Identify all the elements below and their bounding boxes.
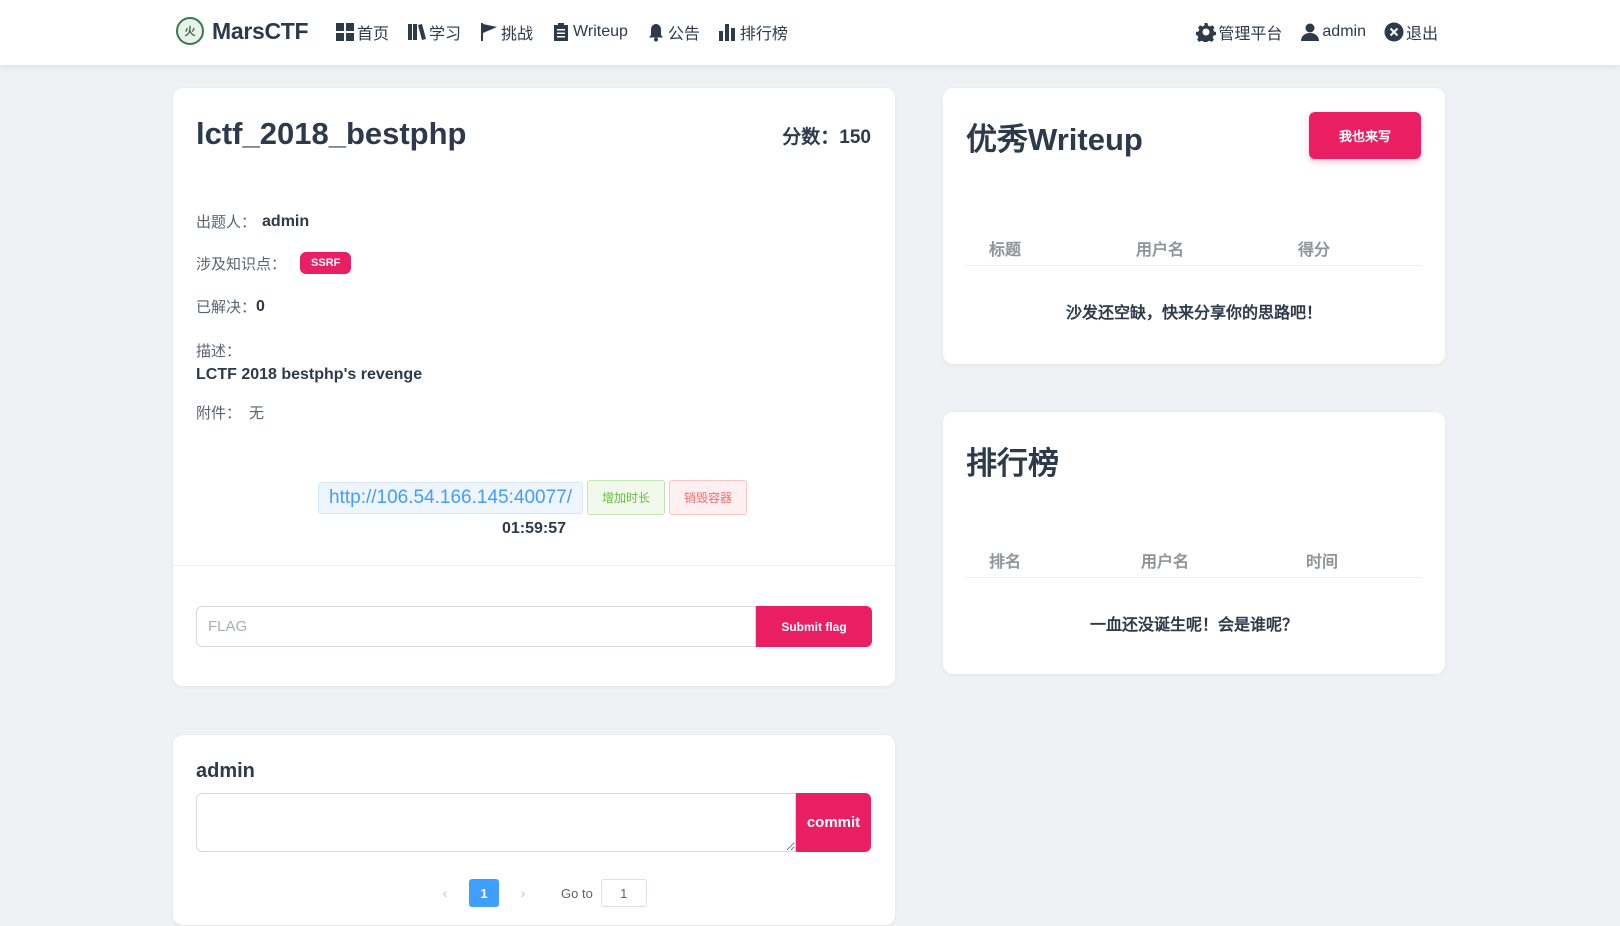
- extend-time-button[interactable]: 增加时长: [587, 480, 666, 515]
- writeup-table-header: 标题 用户名 得分: [966, 230, 1422, 266]
- rank-card: 排行榜 排名 用户名 时间 一血还没诞生呢！会是谁呢？: [943, 412, 1445, 674]
- nav-learn[interactable]: 学习: [407, 20, 461, 44]
- nav-main: 首页 学习 挑战 Writeup 公告 排行榜: [335, 20, 806, 44]
- countdown-timer: 01:59:57: [501, 520, 567, 537]
- topic-row: 涉及知识点： SSRF: [196, 252, 352, 274]
- rank-title: 排行榜: [966, 446, 1059, 481]
- nav-profile-label: admin: [1322, 23, 1366, 40]
- solved-label: 已解决：: [196, 299, 257, 316]
- challenge-score: 分数：150: [782, 122, 871, 149]
- pagination: ‹ 1 › Go to: [431, 879, 647, 907]
- write-writeup-button[interactable]: 我也来写: [1309, 112, 1421, 159]
- comment-card: admin commit ‹ 1 › Go to: [173, 735, 895, 925]
- commit-button[interactable]: commit: [796, 793, 871, 852]
- prev-page-icon[interactable]: ‹: [431, 885, 459, 901]
- goto-label: Go to: [561, 885, 593, 901]
- nav-notice-label: 公告: [667, 26, 700, 43]
- user-icon: [1301, 23, 1320, 41]
- divider: [173, 565, 895, 566]
- brand-logo: 火: [176, 17, 204, 45]
- attachment-value: 无: [249, 405, 265, 422]
- destroy-container-button[interactable]: 销毁容器: [669, 480, 748, 515]
- bar-chart-icon: [718, 24, 735, 41]
- gear-icon: [1196, 23, 1217, 42]
- topic-label: 涉及知识点：: [196, 255, 287, 273]
- writeup-col-score: 得分: [1298, 242, 1331, 259]
- top-navbar: 火 MarsCTF 首页 学习 挑战 Writeup 公告 排行榜 管理平台 a…: [0, 0, 1620, 65]
- score-value: 150: [839, 127, 871, 148]
- challenge-title: lctf_2018_bestphp: [196, 116, 467, 151]
- book-icon: [408, 24, 427, 40]
- nav-home[interactable]: 首页: [335, 20, 389, 44]
- nav-challenges[interactable]: 挑战: [479, 20, 533, 44]
- clipboard-icon: [554, 23, 569, 41]
- attachment-label: 附件：: [196, 405, 242, 422]
- submit-flag-button[interactable]: Submit flag: [756, 606, 872, 647]
- author-value: admin: [262, 212, 310, 230]
- nav-admin-panel[interactable]: 管理平台: [1196, 20, 1282, 44]
- nav-notice[interactable]: 公告: [646, 20, 700, 44]
- bell-icon: [648, 24, 663, 42]
- desc-label-text: 描述：: [196, 343, 242, 360]
- nav-learn-label: 学习: [429, 26, 462, 43]
- desc-text: LCTF 2018 bestphp's revenge: [196, 366, 423, 383]
- page-number[interactable]: 1: [469, 879, 499, 907]
- rank-empty-text: 一血还没诞生呢！会是谁呢？: [1089, 617, 1298, 634]
- nav-writeup-label: Writeup: [573, 23, 628, 40]
- writeup-card: 优秀Writeup 我也来写 标题 用户名 得分 沙发还空缺，快来分享你的思路吧…: [943, 88, 1445, 364]
- author-label: 出题人：: [196, 214, 257, 231]
- nav-user: 管理平台 admin 退出: [1178, 20, 1438, 44]
- comment-username: admin: [196, 760, 255, 782]
- close-circle-icon: [1384, 22, 1404, 42]
- nav-challenges-label: 挑战: [501, 26, 534, 43]
- score-label: 分数：: [782, 127, 840, 148]
- writeup-col-username: 用户名: [1136, 242, 1185, 259]
- flag-input[interactable]: [196, 606, 756, 647]
- writeup-empty-text: 沙发还空缺，快来分享你的思路吧！: [1065, 305, 1322, 322]
- comment-textarea[interactable]: [196, 793, 796, 852]
- flag-icon: [481, 23, 498, 41]
- solved-row: 已解决： 0: [196, 296, 265, 317]
- nav-home-label: 首页: [357, 26, 390, 43]
- rank-col-rank: 排名: [989, 554, 1022, 571]
- writeup-col-title: 标题: [989, 242, 1022, 259]
- rank-col-time: 时间: [1306, 554, 1339, 571]
- nav-rank[interactable]: 排行榜: [718, 20, 788, 44]
- nav-writeup[interactable]: Writeup: [551, 22, 628, 42]
- next-page-icon[interactable]: ›: [509, 885, 537, 901]
- nav-admin-panel-label: 管理平台: [1218, 26, 1283, 43]
- nav-logout-label: 退出: [1405, 26, 1438, 43]
- container-url-link[interactable]: http://106.54.166.145:40077/: [318, 481, 583, 514]
- solved-value: 0: [256, 297, 265, 315]
- grid-icon: [336, 23, 354, 41]
- nav-logout[interactable]: 退出: [1384, 20, 1438, 44]
- topic-tag: SSRF: [300, 252, 352, 274]
- desc-label: 描述：: [196, 340, 241, 361]
- container-controls: http://106.54.166.145:40077/ 增加时长 销毁容器: [318, 480, 748, 515]
- nav-profile[interactable]: admin: [1300, 22, 1366, 42]
- rank-table-header: 排名 用户名 时间: [966, 542, 1422, 578]
- author-row: 出题人： admin: [196, 211, 309, 232]
- challenge-card: lctf_2018_bestphp 分数：150 出题人： admin 涉及知识…: [173, 88, 895, 686]
- rank-col-username: 用户名: [1141, 554, 1190, 571]
- writeup-title: 优秀Writeup: [966, 122, 1143, 157]
- brand[interactable]: 火 MarsCTF: [176, 17, 309, 45]
- brand-name: MarsCTF: [212, 17, 309, 44]
- attachment-row: 附件： 无: [196, 402, 264, 423]
- goto-page-input[interactable]: [600, 879, 647, 907]
- nav-rank-label: 排行榜: [739, 26, 788, 43]
